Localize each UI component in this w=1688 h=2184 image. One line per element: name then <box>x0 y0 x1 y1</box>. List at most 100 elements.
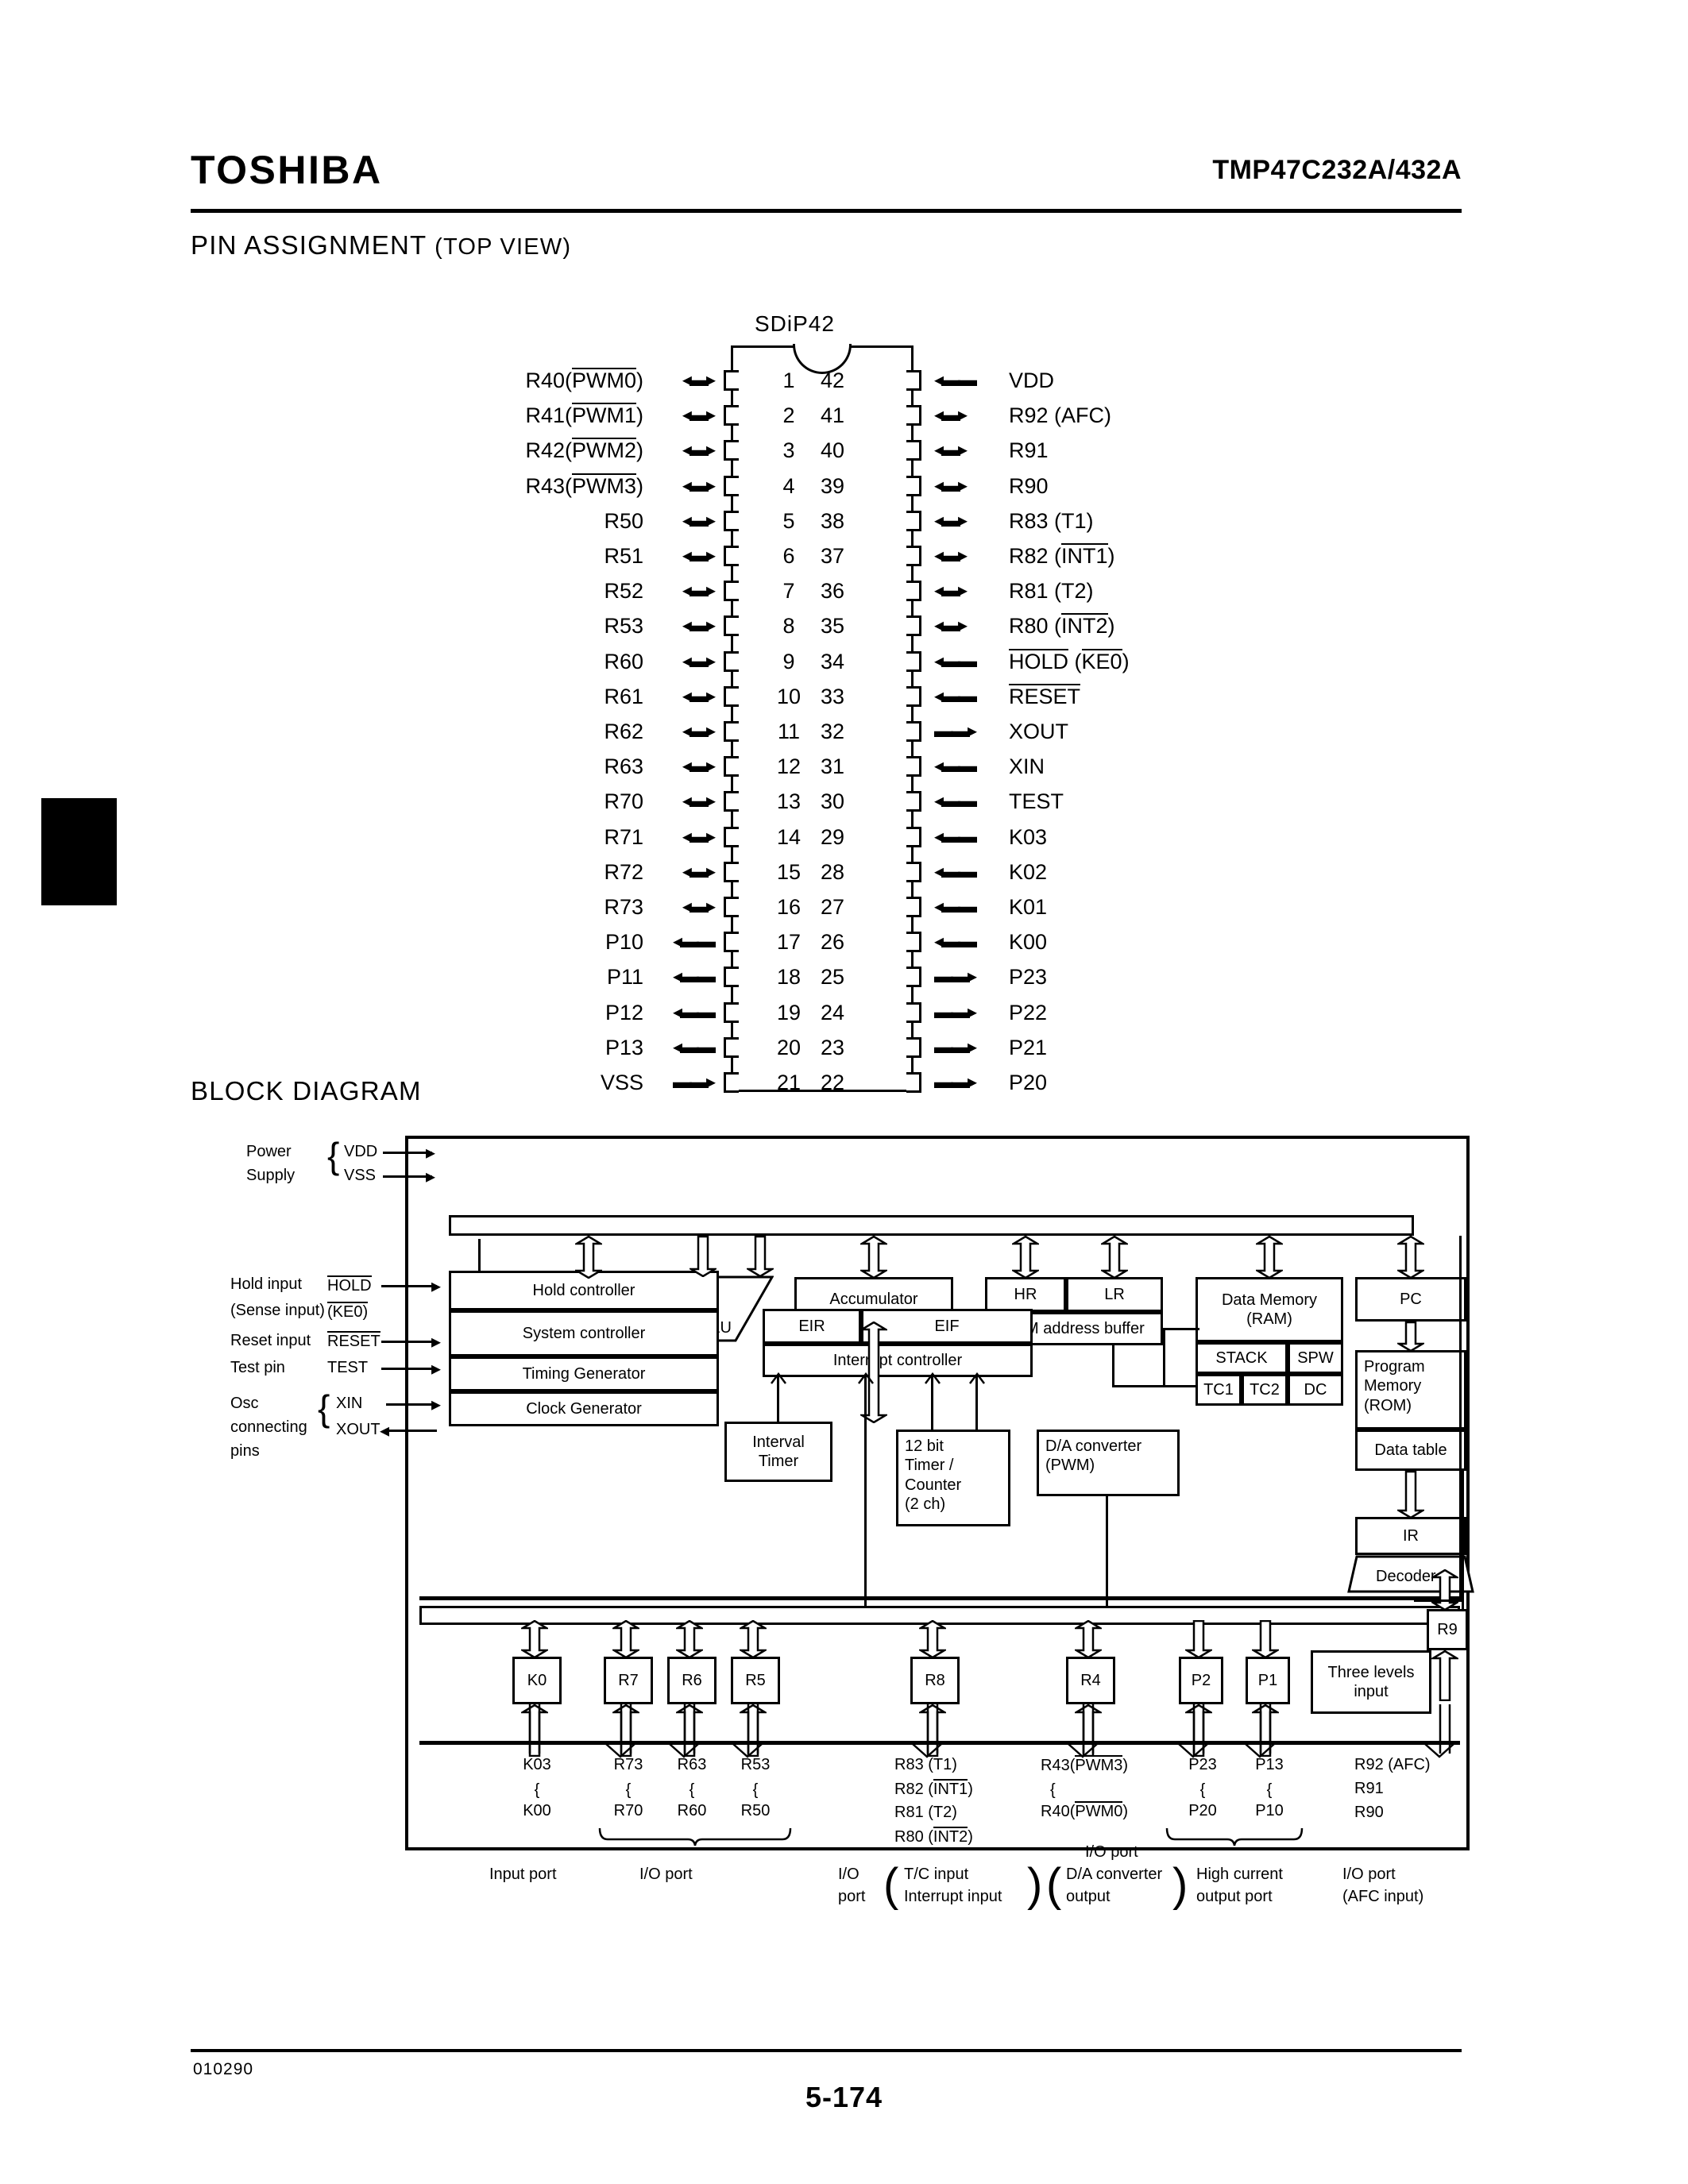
vss-label: VSS <box>344 1167 377 1184</box>
pin-label-text: TEST <box>1009 789 1064 814</box>
port-block-r8: R8 <box>910 1657 960 1704</box>
k-tilde: { <box>534 1781 540 1799</box>
reset-line <box>381 1341 437 1343</box>
bottom-p10: P10 <box>1255 1802 1284 1819</box>
pin-assignment-title: PIN ASSIGNMENT <box>191 230 427 260</box>
port-block-r5: R5 <box>731 1657 780 1704</box>
pin-label: VDD <box>1009 365 1054 396</box>
pin-label-text: K00 <box>1009 930 1048 955</box>
pin-pad-icon <box>906 756 921 778</box>
pin-direction-arrow-icon: ◂▬▸ <box>934 580 968 602</box>
bus-datamemory-arrow <box>1256 1236 1283 1279</box>
pin-direction-arrow-icon: ◂▬▬ <box>934 650 977 672</box>
pin-number: 31 <box>820 754 845 779</box>
pin-arrowhead-6 <box>1241 1742 1279 1760</box>
pin-direction-arrow-icon: ◂▬▸ <box>934 615 968 637</box>
test-arrow-icon: ▸ <box>431 1358 442 1379</box>
data-memory-line1: Data Memory <box>1221 1291 1318 1309</box>
pin-assignment-heading: PIN ASSIGNMENT (TOP VIEW) <box>191 230 571 260</box>
port-k0-bus-arrow <box>521 1620 548 1658</box>
block-interrupt-controller: Interrupt controller <box>763 1344 1033 1377</box>
pin-number: 37 <box>820 544 845 568</box>
caption-io-tc-line3: T/C input <box>904 1866 969 1883</box>
pin-pad-icon <box>906 721 921 742</box>
lower-bus-upper <box>419 1596 1460 1600</box>
pin-number: 24 <box>820 1000 845 1024</box>
r9-bus-link <box>1414 1599 1462 1602</box>
port-block-r4: R4 <box>1066 1657 1115 1704</box>
pin-label-tail: ) <box>1122 649 1130 673</box>
block-timer-counter: 12 bit Timer / Counter (2 ch) <box>896 1430 1010 1526</box>
pin-number: 33 <box>820 684 845 708</box>
package-name-label: SDiP42 <box>755 311 835 336</box>
power-label-line1: Power <box>246 1143 292 1160</box>
bottom-r91: R91 <box>1354 1780 1384 1797</box>
pin-pad-icon <box>906 475 921 496</box>
block-dc: DC <box>1288 1374 1343 1406</box>
pin-number: 38 <box>820 508 845 533</box>
bus-hr-arrow <box>1012 1236 1039 1279</box>
block-tc1: TC1 <box>1196 1374 1242 1406</box>
pin-stem-k0 <box>521 1704 548 1754</box>
pin-number: 27 <box>820 895 845 919</box>
pin-label-text: P21 <box>1009 1035 1048 1059</box>
pin-pad-icon <box>906 685 921 707</box>
pin-label-text: R92 (AFC) <box>1009 403 1112 428</box>
osc-label-line3: pins <box>230 1442 260 1460</box>
pin-row-right-24: 24 ▬▬▸ P22 <box>492 997 1128 1028</box>
pin-direction-arrow-icon: ◂▬▸ <box>934 439 968 461</box>
vdd-arrow-icon: ▸ <box>426 1142 436 1163</box>
block-tc2: TC2 <box>1242 1374 1288 1406</box>
pin-direction-arrow-icon: ▬▬▸ <box>934 1071 977 1093</box>
program-memory-line2: Memory <box>1364 1377 1422 1395</box>
block-interval-timer: Interval Timer <box>724 1422 832 1482</box>
pin-direction-arrow-icon: ▬▬▸ <box>934 1001 977 1023</box>
rom-right-bus <box>1462 1471 1464 1611</box>
pin-label: TEST <box>1009 786 1064 816</box>
osc-brace: { <box>318 1387 330 1429</box>
pin-label-text: K02 <box>1009 859 1048 884</box>
block-diagram: Power Supply { VDD VSS ▸ ▸ KE FLAG C Z S… <box>230 1120 1474 1911</box>
paren-close-tc: ) <box>1027 1859 1043 1911</box>
pin-pad-icon <box>906 967 921 988</box>
r80-prefix: R80 ( <box>894 1828 933 1846</box>
xout-label: XOUT <box>336 1421 380 1438</box>
pin-direction-arrow-icon: ◂▬▬ <box>934 931 977 953</box>
bottom-k03: K03 <box>523 1756 551 1773</box>
pin-number: 32 <box>820 720 845 743</box>
pin-number: 40 <box>820 438 845 463</box>
pin-label-text: P23 <box>1009 965 1048 990</box>
reset-input-label: Reset input <box>230 1332 311 1349</box>
da-to-port-wire <box>1106 1496 1108 1607</box>
port-block-r7: R7 <box>604 1657 653 1704</box>
block-data-memory: Data Memory (RAM) <box>1196 1277 1343 1342</box>
document-code: 010290 <box>193 2060 254 2078</box>
header-rule <box>191 209 1462 213</box>
r82-prefix: R82 ( <box>894 1781 933 1798</box>
caption-io-afc-line2: (AFC input) <box>1342 1888 1424 1905</box>
pin-direction-arrow-icon: ▬▬▸ <box>934 720 977 742</box>
block-spw: SPW <box>1288 1342 1343 1374</box>
pin-direction-arrow-icon: ◂▬▸ <box>934 545 968 566</box>
pin-row-right-33: 33 ◂▬▬ RESET <box>492 681 1128 712</box>
pin-number: 36 <box>820 579 845 604</box>
r40-suffix: ) <box>1122 1803 1129 1820</box>
bus-lr-arrow <box>1101 1236 1128 1279</box>
caption-io-afc-line1: I/O port <box>1342 1866 1396 1883</box>
program-memory-line3: (ROM) <box>1364 1396 1412 1414</box>
pin-label: RESET <box>1009 681 1081 712</box>
part-number: TMP47C232A/432A <box>1212 155 1462 185</box>
p2-tilde: { <box>1199 1781 1206 1799</box>
pin-row-right-31: 31 ◂▬▬ XIN <box>492 751 1128 781</box>
pin-row-right-25: 25 ▬▬▸ P23 <box>492 962 1128 992</box>
pin-label-overbar: INT2 <box>1061 613 1108 639</box>
r80-suffix: ) <box>968 1828 973 1846</box>
pin-label: R80 (INT2) <box>1009 611 1115 641</box>
ke0-signal: (KE0) <box>327 1302 369 1322</box>
block-hr: HR <box>985 1277 1066 1312</box>
pin-direction-arrow-icon: ◂▬▬ <box>934 860 977 882</box>
pin-row-right-35: 35 ◂▬▸ R80 (INT2) <box>492 611 1128 641</box>
pin-row-right-30: 30 ◂▬▬ TEST <box>492 786 1128 816</box>
bottom-r90: R90 <box>1354 1804 1384 1821</box>
da-converter-line1: D/A converter <box>1045 1437 1142 1455</box>
